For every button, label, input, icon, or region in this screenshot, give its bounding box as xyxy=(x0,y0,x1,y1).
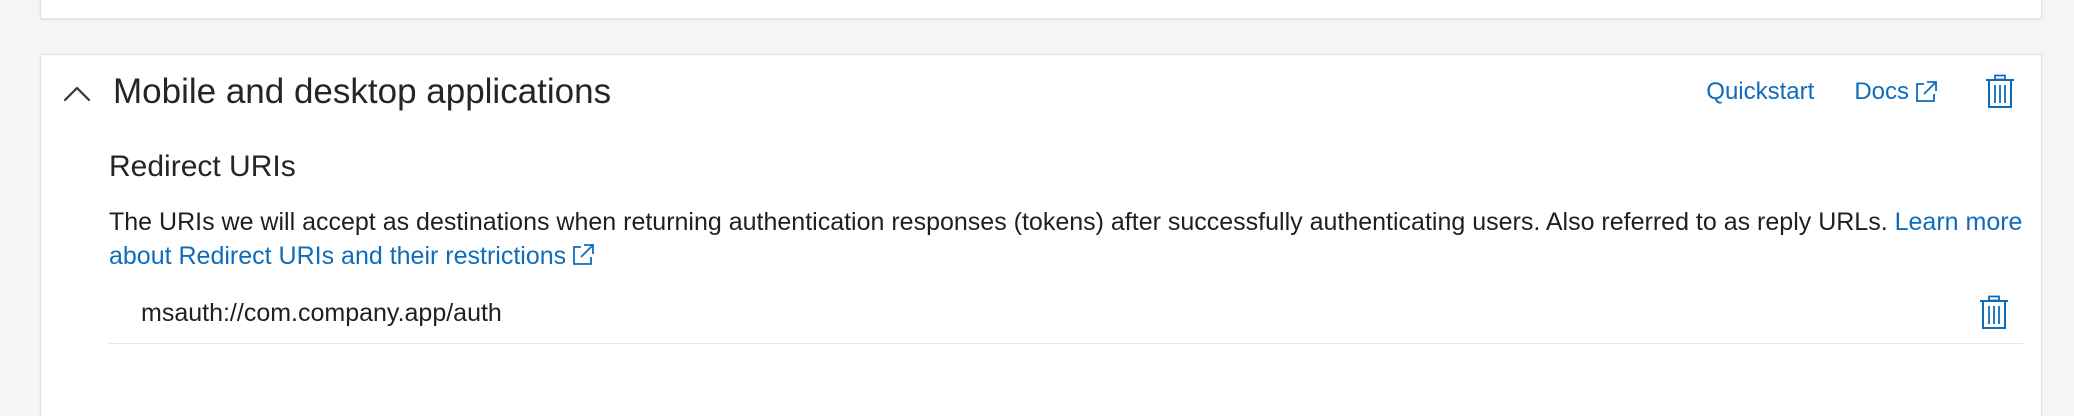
external-link-icon xyxy=(1916,81,1937,102)
previous-platform-card xyxy=(40,0,2042,19)
trash-icon xyxy=(1980,295,2008,329)
description-text: The URIs we will accept as destinations … xyxy=(109,208,1895,236)
redirect-uris-heading: Redirect URIs xyxy=(109,150,296,183)
delete-redirect-uri-button[interactable] xyxy=(1977,293,2011,333)
app-registration-authentication-page: Mobile and desktop applications Quicksta… xyxy=(0,0,2074,416)
docs-link[interactable]: Docs xyxy=(1854,77,1939,107)
platform-card-mobile-desktop: Mobile and desktop applications Quicksta… xyxy=(40,54,2042,416)
delete-platform-button[interactable] xyxy=(1983,72,2017,112)
header-actions: Quickstart Docs xyxy=(1706,69,2017,115)
redirect-uris-description: The URIs we will accept as destinations … xyxy=(109,205,2069,273)
docs-link-label: Docs xyxy=(1854,78,1909,105)
collapse-button[interactable] xyxy=(59,75,95,111)
quickstart-link[interactable]: Quickstart xyxy=(1706,77,1814,107)
redirect-uri-row: msauth://com.company.app/auth xyxy=(109,285,2023,344)
redirect-uri-value[interactable]: msauth://com.company.app/auth xyxy=(141,295,502,331)
trash-icon xyxy=(1986,74,2014,108)
platform-title: Mobile and desktop applications xyxy=(113,72,612,111)
external-link-icon xyxy=(573,244,595,265)
chevron-up-icon xyxy=(63,86,91,102)
card-header: Mobile and desktop applications Quicksta… xyxy=(41,55,2041,123)
